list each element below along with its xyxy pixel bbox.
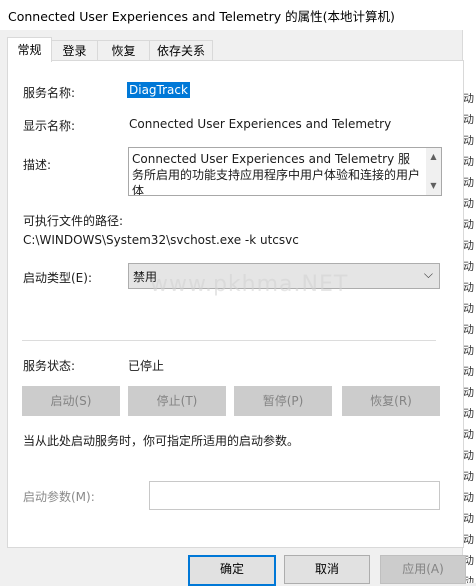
- window-title: Connected User Experiences and Telemetry…: [8, 9, 395, 24]
- cancel-button[interactable]: 取消: [284, 555, 370, 584]
- separator: [22, 340, 436, 341]
- background-row-glyph: 动: [463, 470, 474, 483]
- background-row-glyph: 动: [463, 218, 474, 231]
- service-status-label: 服务状态:: [23, 359, 76, 373]
- general-tab-panel: [7, 60, 464, 548]
- start-params-input[interactable]: [149, 481, 440, 510]
- description-text: Connected User Experiences and Telemetry…: [132, 152, 421, 196]
- background-row-glyph: 动: [463, 197, 474, 210]
- background-row-glyph: 动: [463, 113, 474, 126]
- tab-dependencies[interactable]: 依存关系: [149, 40, 213, 61]
- background-row-glyph: 动: [463, 323, 474, 336]
- tab-general[interactable]: 常规: [7, 37, 52, 62]
- background-row-glyph: 动: [463, 176, 474, 189]
- watermark: www.pkhma.NET: [150, 272, 349, 297]
- background-row-glyph: 动: [463, 239, 474, 252]
- background-row-glyph: 动: [463, 533, 474, 546]
- background-row-glyph: 动: [463, 365, 474, 378]
- tab-logon[interactable]: 登录: [51, 40, 98, 61]
- resume-button[interactable]: 恢复(R): [342, 386, 440, 416]
- background-row-glyph: 动: [463, 155, 474, 168]
- background-row-glyph: 动: [463, 344, 474, 357]
- start-params-hint: 当从此处启动服务时，你可指定所适用的启动参数。: [23, 434, 300, 448]
- display-name-value: Connected User Experiences and Telemetry: [129, 117, 392, 131]
- background-row-glyph: 动: [463, 491, 474, 504]
- background-window-strip: 动动动动动动动动动动动动动动动动动动动动动动动动: [462, 30, 476, 583]
- background-row-glyph: 动: [463, 281, 474, 294]
- apply-button[interactable]: 应用(A): [380, 555, 466, 584]
- background-row-glyph: 动: [463, 512, 474, 525]
- background-row-glyph: 动: [463, 428, 474, 441]
- service-name-label: 服务名称:: [23, 86, 76, 100]
- display-name-label: 显示名称:: [23, 119, 76, 133]
- description-textbox[interactable]: Connected User Experiences and Telemetry…: [128, 147, 442, 196]
- description-label: 描述:: [23, 158, 52, 172]
- start-button[interactable]: 启动(S): [22, 386, 120, 416]
- stop-button[interactable]: 停止(T): [128, 386, 226, 416]
- pause-button[interactable]: 暂停(P): [234, 386, 332, 416]
- scroll-down-icon[interactable]: ▼: [426, 179, 441, 193]
- tab-recovery[interactable]: 恢复: [97, 40, 150, 61]
- scroll-up-icon[interactable]: ▲: [426, 150, 441, 164]
- exe-path-value: C:\WINDOWS\System32\svchost.exe -k utcsv…: [23, 233, 299, 247]
- background-row-glyph: 动: [463, 302, 474, 315]
- description-scrollbar[interactable]: ▲ ▼: [426, 148, 441, 195]
- ok-button[interactable]: 确定: [188, 555, 276, 586]
- background-row-glyph: 动: [463, 92, 474, 105]
- service-name-value[interactable]: DiagTrack: [127, 82, 190, 98]
- background-row-glyph: 动: [463, 386, 474, 399]
- background-row-glyph: 动: [463, 449, 474, 462]
- background-row-glyph: 动: [463, 260, 474, 273]
- service-status-value: 已停止: [128, 359, 165, 373]
- start-params-label: 启动参数(M):: [23, 490, 95, 504]
- chevron-down-icon: ⌵: [423, 267, 433, 281]
- title-bar: Connected User Experiences and Telemetry…: [0, 0, 476, 30]
- startup-type-label: 启动类型(E):: [23, 271, 92, 285]
- background-row-glyph: 动: [463, 134, 474, 147]
- exe-path-label: 可执行文件的路径:: [23, 214, 124, 228]
- background-row-glyph: 动: [463, 407, 474, 420]
